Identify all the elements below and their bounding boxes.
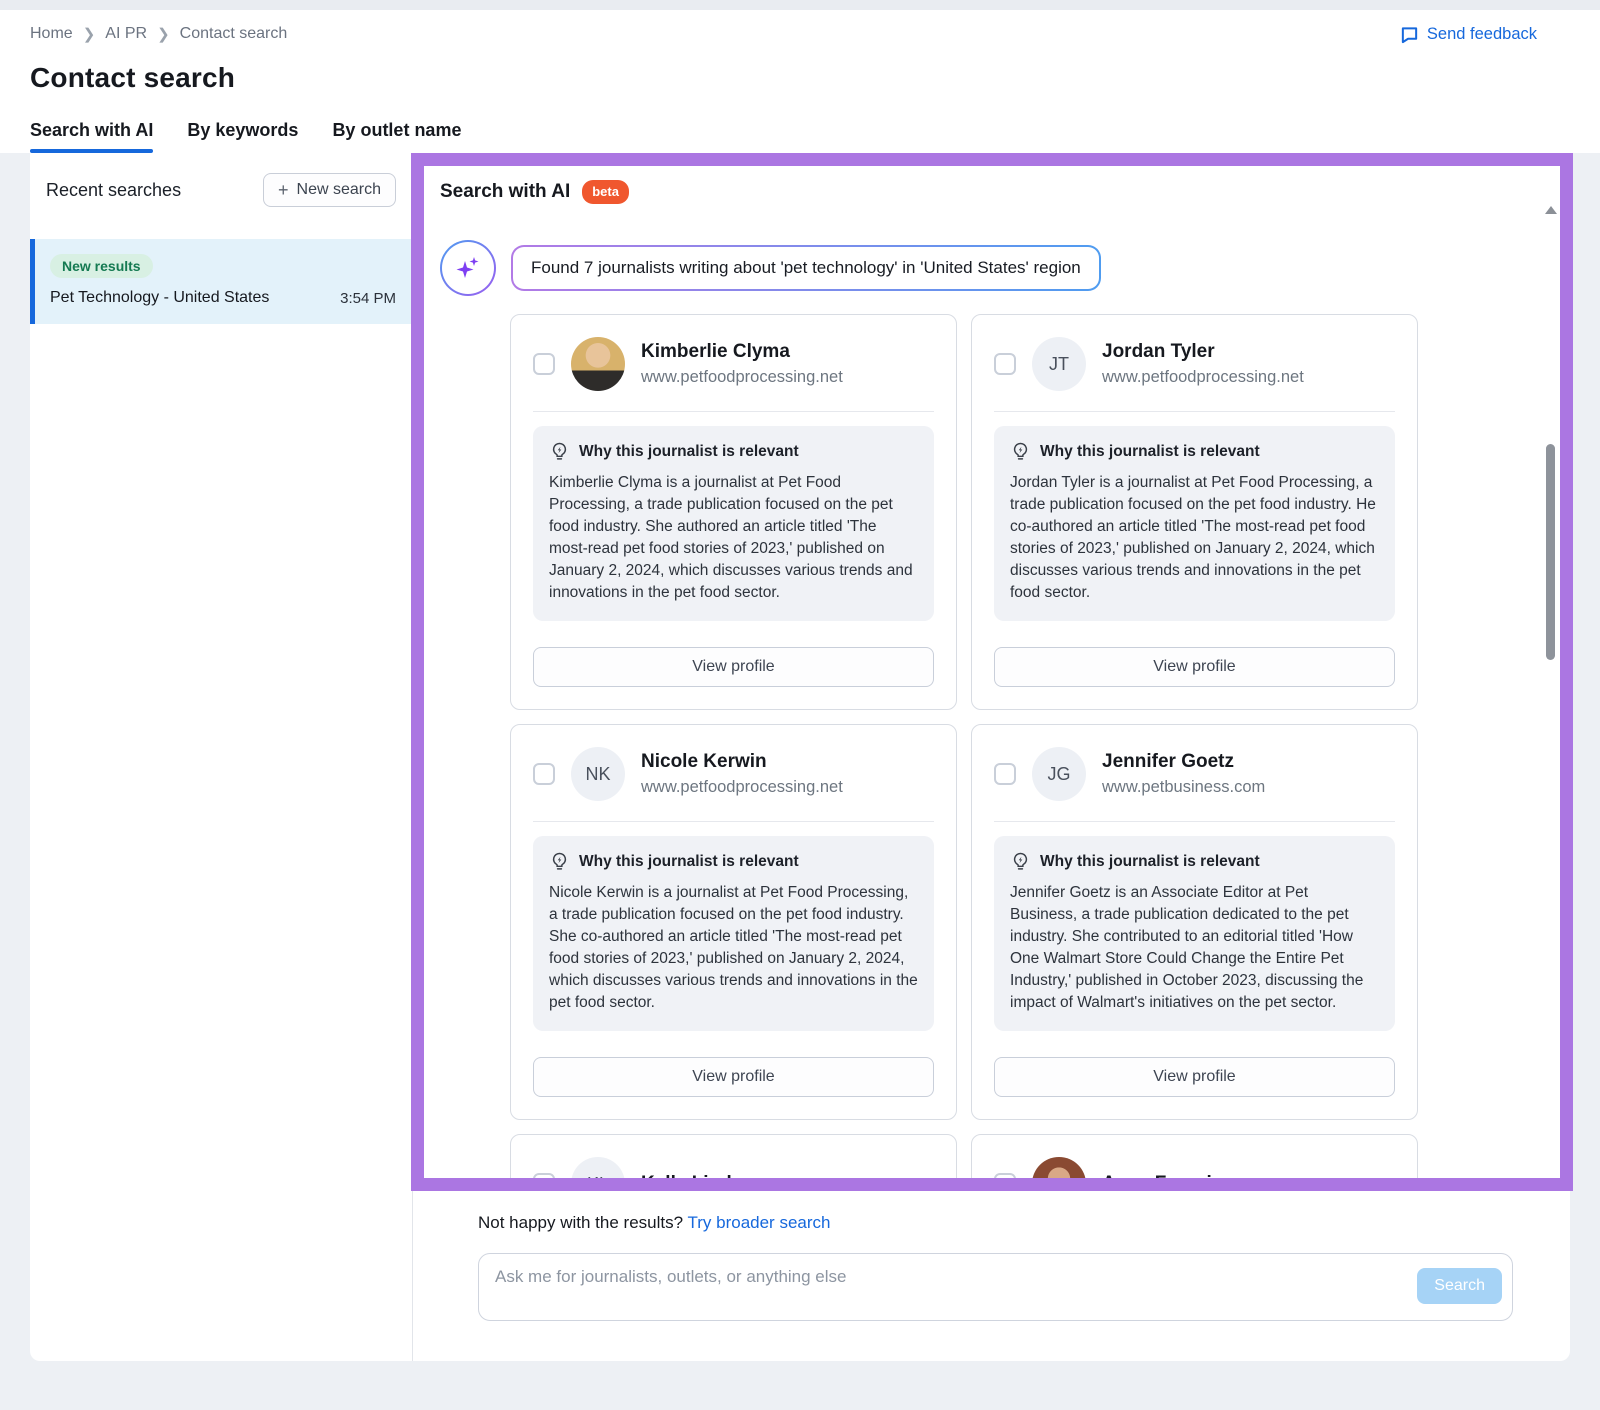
breadcrumb-ai-pr[interactable]: AI PR bbox=[105, 25, 147, 43]
divider bbox=[533, 821, 934, 822]
recent-search-time: 3:54 PM bbox=[340, 290, 396, 307]
relevance-heading: Why this journalist is relevant bbox=[579, 443, 799, 461]
journalist-name: Jordan Tyler bbox=[1102, 341, 1304, 363]
journalist-outlet-url: www.petfoodprocessing.net bbox=[641, 368, 843, 387]
journalist-card: NK Nicole Kerwin www.petfoodprocessing.n… bbox=[510, 724, 957, 1120]
scroll-up-arrow-icon[interactable] bbox=[1545, 206, 1557, 214]
ai-search-input[interactable]: Ask me for journalists, outlets, or anyt… bbox=[478, 1253, 1513, 1321]
journalist-outlet-url: www.petfoodprocessing.net bbox=[1102, 368, 1304, 387]
view-profile-button[interactable]: View profile bbox=[533, 1057, 934, 1097]
ai-assistant-avatar bbox=[440, 240, 496, 296]
journalist-name: Jennifer Goetz bbox=[1102, 751, 1265, 773]
select-journalist-checkbox[interactable] bbox=[994, 1173, 1016, 1178]
recent-search-item[interactable]: New results Pet Technology - United Stat… bbox=[30, 239, 412, 324]
journalist-outlet-url: www.petbusiness.com bbox=[1102, 778, 1265, 797]
divider bbox=[533, 411, 934, 412]
search-footer: Not happy with the results? Try broader … bbox=[478, 1213, 1513, 1321]
journalist-name: Anne Francis bbox=[1102, 1173, 1222, 1178]
scrollbar[interactable] bbox=[1544, 206, 1556, 1172]
new-search-button[interactable]: + New search bbox=[263, 173, 396, 207]
view-profile-button[interactable]: View profile bbox=[994, 647, 1395, 687]
chevron-right-icon: ❯ bbox=[157, 25, 170, 43]
journalist-avatar-initials: JT bbox=[1032, 337, 1086, 391]
tabs: Search with AI By keywords By outlet nam… bbox=[30, 120, 1570, 153]
relevance-box: Why this journalist is relevant Kimberli… bbox=[533, 426, 934, 621]
breadcrumb-home[interactable]: Home bbox=[30, 25, 73, 43]
recent-searches-sidebar: Recent searches + New search New results… bbox=[30, 153, 413, 1361]
journalist-card: JT Jordan Tyler www.petfoodprocessing.ne… bbox=[971, 314, 1418, 710]
search-results-panel: Search with AI beta bbox=[413, 153, 1570, 1361]
journalist-name: Kimberlie Clyma bbox=[641, 341, 843, 363]
top-strip bbox=[0, 0, 1600, 10]
select-journalist-checkbox[interactable] bbox=[994, 763, 1016, 785]
journalist-avatar-photo bbox=[1032, 1157, 1086, 1178]
journalist-name: Nicole Kerwin bbox=[641, 751, 843, 773]
sparkles-icon bbox=[453, 253, 483, 283]
tab-by-outlet-name[interactable]: By outlet name bbox=[332, 120, 461, 153]
plus-icon: + bbox=[278, 181, 289, 199]
lightbulb-bolt-icon bbox=[1010, 851, 1031, 872]
journalist-name: Kelly Lindenau bbox=[641, 1173, 776, 1178]
journalist-avatar-initials: NK bbox=[571, 747, 625, 801]
ai-message-bubble: Found 7 journalists writing about 'pet t… bbox=[511, 245, 1101, 291]
content-area: Recent searches + New search New results… bbox=[30, 153, 1570, 1361]
view-profile-button[interactable]: View profile bbox=[533, 647, 934, 687]
divider bbox=[994, 821, 1395, 822]
highlight-outline: Search with AI beta bbox=[411, 153, 1573, 1191]
relevance-box: Why this journalist is relevant Jennifer… bbox=[994, 836, 1395, 1031]
relevance-box: Why this journalist is relevant Jordan T… bbox=[994, 426, 1395, 621]
recent-searches-heading: Recent searches bbox=[46, 180, 181, 201]
tab-search-with-ai[interactable]: Search with AI bbox=[30, 120, 153, 153]
journalist-card: JG Jennifer Goetz www.petbusiness.com bbox=[971, 724, 1418, 1120]
panel-title: Search with AI bbox=[440, 181, 570, 203]
relevance-heading: Why this journalist is relevant bbox=[1040, 443, 1260, 461]
journalist-avatar-initials: KL bbox=[571, 1157, 625, 1178]
lightbulb-bolt-icon bbox=[549, 851, 570, 872]
tab-by-keywords[interactable]: By keywords bbox=[187, 120, 298, 153]
relevance-heading: Why this journalist is relevant bbox=[1040, 853, 1260, 871]
relevance-text: Jennifer Goetz is an Associate Editor at… bbox=[1010, 882, 1379, 1014]
feedback-bubble-icon bbox=[1400, 25, 1419, 44]
journalist-cards-grid: Kimberlie Clyma www.petfoodprocessing.ne… bbox=[510, 314, 1418, 1178]
page-title: Contact search bbox=[30, 62, 1570, 94]
send-feedback-link[interactable]: Send feedback bbox=[1400, 25, 1537, 44]
select-journalist-checkbox[interactable] bbox=[994, 353, 1016, 375]
beta-badge: beta bbox=[582, 180, 629, 204]
journalist-avatar-photo bbox=[571, 337, 625, 391]
ai-message-text: Found 7 journalists writing about 'pet t… bbox=[513, 247, 1099, 289]
new-results-badge: New results bbox=[50, 254, 153, 278]
lightbulb-bolt-icon bbox=[549, 441, 570, 462]
recent-search-title: Pet Technology - United States bbox=[50, 289, 269, 307]
lightbulb-bolt-icon bbox=[1010, 441, 1031, 462]
page-header: Home ❯ AI PR ❯ Contact search Send feedb… bbox=[0, 10, 1600, 153]
journalist-card: Kimberlie Clyma www.petfoodprocessing.ne… bbox=[510, 314, 957, 710]
select-journalist-checkbox[interactable] bbox=[533, 763, 555, 785]
select-journalist-checkbox[interactable] bbox=[533, 1173, 555, 1178]
relevance-text: Nicole Kerwin is a journalist at Pet Foo… bbox=[549, 882, 918, 1014]
relevance-box: Why this journalist is relevant Nicole K… bbox=[533, 836, 934, 1031]
scrollbar-thumb[interactable] bbox=[1546, 444, 1555, 660]
relevance-text: Jordan Tyler is a journalist at Pet Food… bbox=[1010, 472, 1379, 604]
journalist-outlet-url: www.petfoodprocessing.net bbox=[641, 778, 843, 797]
search-input-placeholder: Ask me for journalists, outlets, or anyt… bbox=[495, 1267, 847, 1287]
journalist-card: Anne Francis bbox=[971, 1134, 1418, 1178]
feedback-label: Send feedback bbox=[1427, 25, 1537, 44]
try-broader-search-link[interactable]: Try broader search bbox=[687, 1213, 830, 1232]
journalist-avatar-initials: JG bbox=[1032, 747, 1086, 801]
breadcrumb: Home ❯ AI PR ❯ Contact search bbox=[30, 25, 287, 43]
not-happy-text: Not happy with the results? bbox=[478, 1213, 683, 1232]
new-search-label: New search bbox=[297, 181, 381, 199]
search-button[interactable]: Search bbox=[1417, 1268, 1502, 1304]
relevance-text: Kimberlie Clyma is a journalist at Pet F… bbox=[549, 472, 918, 604]
select-journalist-checkbox[interactable] bbox=[533, 353, 555, 375]
breadcrumb-contact-search[interactable]: Contact search bbox=[180, 25, 288, 43]
divider bbox=[994, 411, 1395, 412]
view-profile-button[interactable]: View profile bbox=[994, 1057, 1395, 1097]
chevron-right-icon: ❯ bbox=[83, 25, 96, 43]
relevance-heading: Why this journalist is relevant bbox=[579, 853, 799, 871]
journalist-card: KL Kelly Lindenau bbox=[510, 1134, 957, 1178]
